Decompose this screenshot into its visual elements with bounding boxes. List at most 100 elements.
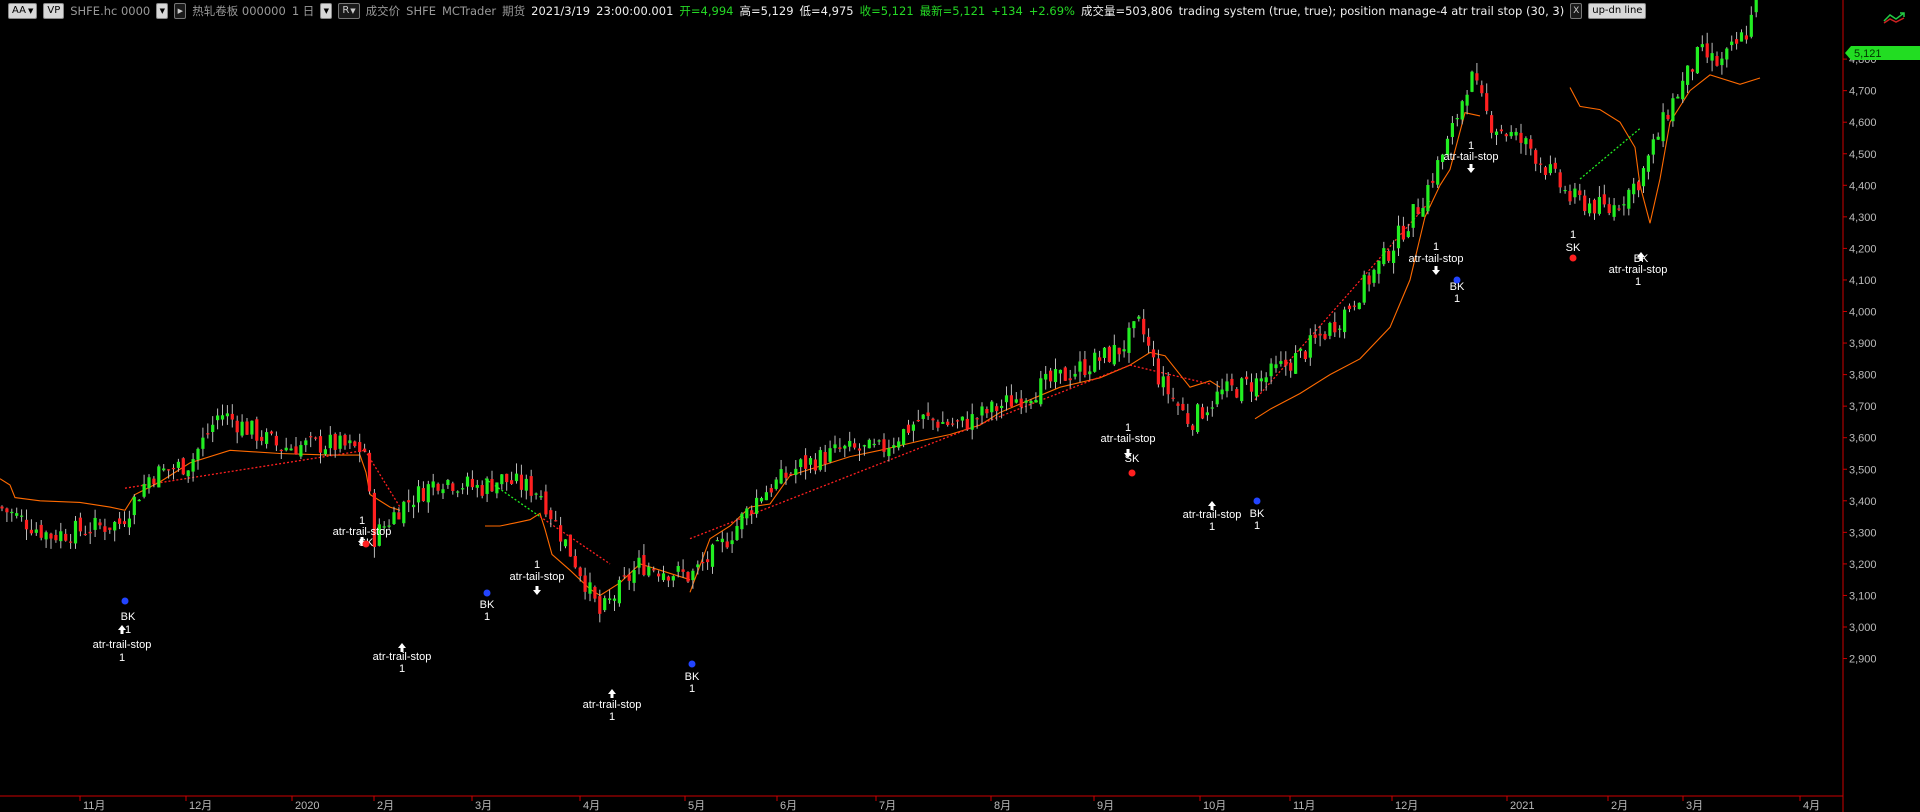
candle-down (784, 472, 788, 478)
period-dropdown-button[interactable]: ▼ (320, 3, 333, 19)
price-chart[interactable]: BK1atr-trail-stop11atr-trail-stopSKatr-t… (0, 0, 1920, 812)
trend-arrows-icon[interactable] (1882, 10, 1906, 26)
candle-down (701, 562, 705, 564)
arrow-down-icon (1467, 164, 1475, 173)
candle-up (1058, 369, 1062, 374)
candle-up (1411, 204, 1415, 228)
candle-down (279, 449, 283, 452)
candle-down (554, 520, 558, 522)
candle-down (397, 512, 401, 520)
candle-down (505, 473, 509, 483)
candle-up (191, 459, 195, 472)
up-dn-line-button[interactable]: up-dn line (1588, 3, 1647, 19)
candle-up (431, 481, 435, 488)
candle-down (1583, 195, 1587, 212)
candle-up (1294, 353, 1298, 374)
candle-down (1534, 150, 1538, 164)
candle-up (216, 415, 220, 421)
candle-down (1318, 333, 1322, 336)
signal-label: 1 (534, 559, 540, 571)
atr-stop-segment (485, 512, 691, 597)
candle-down (1171, 397, 1175, 399)
period-label: 1 日 (291, 4, 315, 18)
candle-down (1485, 93, 1489, 111)
candle-up (1039, 378, 1043, 405)
candle-down (813, 459, 817, 471)
candle-down (804, 455, 808, 469)
r-button[interactable]: R ▼ (338, 3, 360, 19)
candle-up (715, 540, 719, 542)
candle-up (1122, 349, 1126, 352)
candle-up (495, 482, 499, 494)
x-tick-label: 12月 (189, 800, 212, 812)
candle-up (632, 569, 636, 583)
x-tick-label: 11月 (83, 800, 105, 812)
candle-down (955, 420, 960, 422)
candle-down (965, 418, 969, 430)
candle-down (118, 518, 122, 524)
candle-up (1573, 188, 1577, 198)
candle-up (1382, 248, 1386, 265)
candle-up (1034, 399, 1038, 403)
candle-down (1568, 190, 1572, 202)
candle-up (1004, 395, 1009, 403)
candle-down (436, 483, 440, 491)
candle-up (867, 439, 871, 449)
candle-down (519, 474, 523, 490)
candle-down (1431, 180, 1435, 183)
candle-down (583, 575, 587, 592)
candle-down (1558, 172, 1562, 188)
candle-down (838, 447, 842, 449)
candle-up (1686, 65, 1690, 85)
candle-up (808, 458, 813, 465)
y-tick-label: 3,600 (1849, 433, 1877, 445)
candle-up (608, 598, 612, 601)
signal-label: BK (1250, 508, 1265, 520)
candle-down (1083, 359, 1087, 376)
candle-down (108, 527, 112, 530)
change-value: +134 (991, 4, 1023, 18)
candle-down (916, 419, 920, 422)
x-tick-label: 2月 (1611, 800, 1628, 812)
aa-button[interactable]: AA ▼ (8, 3, 38, 19)
candle-up (1676, 96, 1680, 99)
candle-down (88, 531, 92, 534)
close-strategy-button[interactable]: X (1570, 3, 1583, 19)
strategy-label: trading system (true, true); position ma… (1178, 4, 1565, 18)
candle-down (681, 569, 685, 572)
candle-up (676, 566, 680, 572)
candle-up (142, 484, 146, 497)
candle-up (1102, 347, 1107, 358)
x-tick-label: 10月 (1203, 800, 1226, 812)
y-tick-label: 4,000 (1849, 307, 1877, 319)
candle-down (1186, 413, 1190, 424)
candle-down (39, 524, 43, 538)
candle-up (1632, 183, 1636, 195)
signal-label: 1 (1433, 241, 1439, 253)
candle-down (1744, 35, 1748, 40)
candle-down (1142, 318, 1146, 335)
candle-down (1543, 167, 1548, 175)
y-tick-label: 3,200 (1849, 559, 1877, 571)
candle-up (127, 518, 131, 528)
symbol-dropdown-button[interactable]: ▼ (156, 3, 169, 19)
candle-up (10, 511, 14, 514)
candle-up (20, 515, 24, 517)
candle-down (1666, 114, 1670, 120)
bar-date: 2021/3/19 (531, 4, 591, 18)
candlestick-series (0, 0, 1758, 623)
candle-up (872, 443, 876, 446)
candle-down (343, 434, 347, 446)
candle-up (730, 540, 734, 545)
vp-button[interactable]: VP (43, 3, 65, 19)
change-percent: +2.69% (1028, 4, 1075, 18)
candle-up (137, 499, 141, 502)
play-button[interactable]: ▶ (174, 3, 187, 19)
candle-down (823, 452, 827, 465)
candle-up (1588, 203, 1592, 214)
candle-down (657, 573, 661, 577)
candle-up (759, 497, 764, 502)
candle-down (706, 559, 710, 563)
signal-label: 1 (689, 683, 695, 695)
candle-down (1098, 357, 1102, 361)
